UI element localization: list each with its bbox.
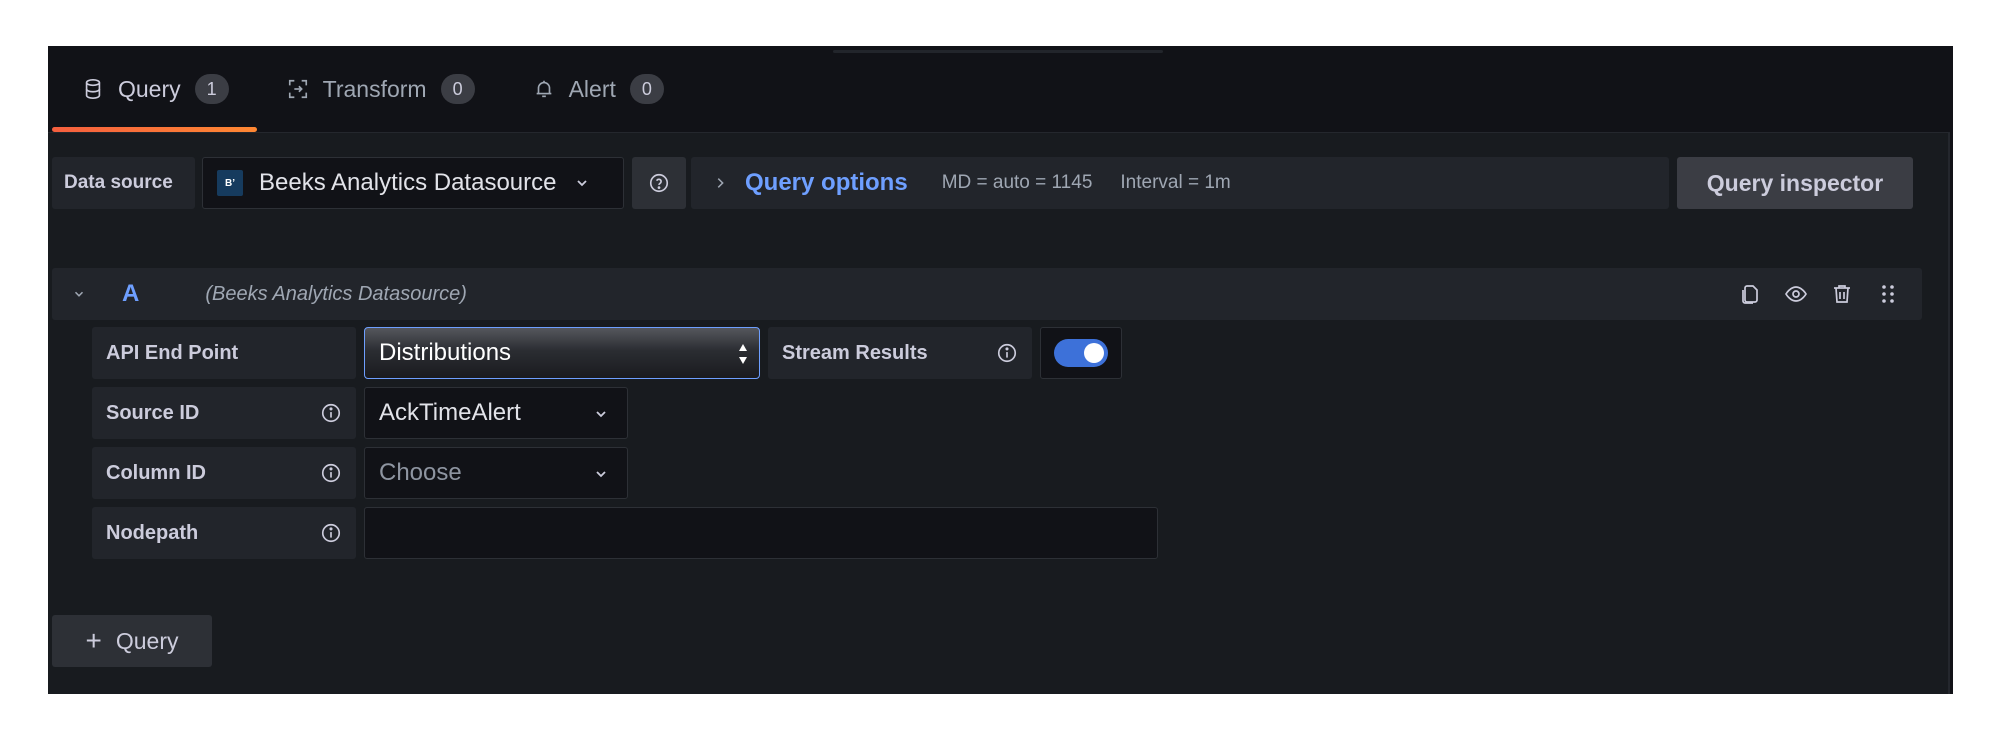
- info-icon[interactable]: [320, 462, 342, 484]
- api-end-point-value: Distributions: [379, 339, 512, 366]
- api-end-point-select[interactable]: Distributions: [364, 327, 760, 379]
- datasource-help-button[interactable]: [632, 157, 686, 209]
- column-id-placeholder: Choose: [379, 459, 462, 486]
- select-arrows-icon: [739, 344, 747, 364]
- datasource-label: Data source: [52, 157, 195, 209]
- add-query-label: Query: [115, 627, 179, 654]
- tab-alert-count: 0: [629, 74, 664, 104]
- nodepath-label-text: Nodepath: [106, 521, 199, 544]
- datasource-picker[interactable]: B’ Beeks Analytics Datasource: [202, 157, 624, 209]
- drag-handle-icon[interactable]: [1876, 282, 1900, 306]
- question-circle-icon: [649, 173, 669, 193]
- column-id-select[interactable]: Choose: [364, 447, 628, 499]
- trash-icon[interactable]: [1830, 282, 1854, 306]
- tab-query-count: 1: [194, 74, 229, 104]
- source-id-select[interactable]: AckTimeAlert: [364, 387, 628, 439]
- max-data-points-info: MD = auto = 1145: [941, 172, 1093, 193]
- query-options-title[interactable]: Query options: [745, 169, 908, 197]
- nodepath-input[interactable]: [364, 507, 1158, 559]
- tab-transform[interactable]: Transform 0: [257, 46, 503, 132]
- stream-results-label-text: Stream Results: [782, 341, 928, 364]
- chevron-down-icon: [596, 411, 606, 418]
- source-id-value: AckTimeAlert: [379, 399, 521, 426]
- info-icon[interactable]: [996, 342, 1018, 364]
- toggle-knob: [1084, 343, 1104, 363]
- duplicate-icon[interactable]: [1738, 282, 1762, 306]
- plus-icon: +: [85, 625, 102, 656]
- query-name[interactable]: A: [122, 280, 139, 308]
- interval-info: Interval = 1m: [1120, 172, 1231, 193]
- datasource-logo: B’: [217, 170, 243, 196]
- eye-icon[interactable]: [1784, 282, 1808, 306]
- stream-results-label: Stream Results: [768, 327, 1032, 379]
- api-end-point-label: API End Point: [92, 327, 356, 379]
- editor-tabs: Query 1 Transform 0 Alert 0: [52, 46, 692, 132]
- chevron-down-icon: [596, 471, 606, 478]
- query-panel: Data source B’ Beeks Analytics Datasourc…: [48, 132, 1950, 694]
- toggle-switch[interactable]: [1054, 339, 1108, 367]
- query-toolbar: Data source B’ Beeks Analytics Datasourc…: [48, 157, 1948, 209]
- info-icon[interactable]: [320, 402, 342, 424]
- stream-results-toggle[interactable]: [1040, 327, 1122, 379]
- query-row-actions: [1738, 268, 1900, 320]
- nodepath-label: Nodepath: [92, 507, 356, 559]
- query-row-header: A (Beeks Analytics Datasource): [52, 268, 1922, 320]
- column-id-label-text: Column ID: [106, 461, 206, 484]
- tab-alert-label: Alert: [568, 75, 616, 102]
- source-id-label-text: Source ID: [106, 401, 200, 424]
- query-editor-window: Query 1 Transform 0 Alert 0 Data source …: [48, 46, 1953, 694]
- source-id-label: Source ID: [92, 387, 356, 439]
- tab-query-label: Query: [118, 75, 181, 102]
- tab-transform-label: Transform: [322, 75, 427, 102]
- transform-icon: [288, 79, 307, 99]
- column-id-label: Column ID: [92, 447, 356, 499]
- resize-handle[interactable]: [833, 50, 1163, 53]
- chevron-right-icon: [717, 178, 724, 188]
- query-datasource-name: (Beeks Analytics Datasource): [205, 282, 467, 305]
- collapse-chevron-icon[interactable]: [72, 287, 86, 301]
- datasource-name: Beeks Analytics Datasource: [259, 169, 557, 196]
- chevron-down-icon: [577, 180, 588, 187]
- add-query-button[interactable]: + Query: [52, 615, 212, 667]
- bell-icon: [536, 80, 551, 98]
- api-end-point-label-text: API End Point: [106, 341, 239, 364]
- info-icon[interactable]: [320, 522, 342, 544]
- tab-alert[interactable]: Alert 0: [503, 46, 692, 132]
- database-icon: [85, 79, 101, 99]
- tab-query[interactable]: Query 1: [52, 46, 257, 132]
- tab-transform-count: 0: [440, 74, 475, 104]
- query-inspector-button[interactable]: Query inspector: [1677, 157, 1913, 209]
- query-options-bar[interactable]: Query options MD = auto = 1145 Interval …: [691, 157, 1669, 209]
